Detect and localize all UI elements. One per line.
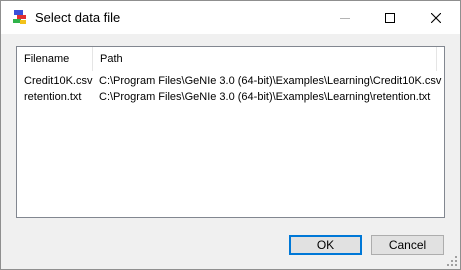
resize-grip-icon[interactable]	[447, 256, 458, 267]
genie-app-icon	[12, 9, 28, 25]
dialog-title: Select data file	[35, 10, 121, 25]
filename-cell: Credit10K.csv	[24, 75, 93, 87]
close-icon	[431, 12, 441, 23]
close-button[interactable]	[413, 1, 459, 34]
file-list[interactable]: Filename Path Credit10K.csv C:\Program F…	[16, 46, 445, 218]
maximize-icon	[385, 12, 395, 23]
column-header-filler	[437, 47, 444, 71]
list-rows: Credit10K.csv C:\Program Files\GeNIe 3.0…	[17, 73, 444, 105]
path-cell: C:\Program Files\GeNIe 3.0 (64-bit)\Exam…	[99, 91, 431, 103]
select-data-file-dialog: Select data file Filename Path Credit10K…	[0, 0, 461, 270]
title-bar[interactable]: Select data file	[1, 1, 460, 34]
column-header-path[interactable]: Path	[93, 47, 437, 71]
list-header: Filename Path	[17, 47, 444, 71]
list-item[interactable]: Credit10K.csv C:\Program Files\GeNIe 3.0…	[17, 73, 444, 89]
maximize-button[interactable]	[367, 1, 413, 34]
ok-button[interactable]: OK	[289, 235, 362, 255]
column-header-filename[interactable]: Filename	[17, 47, 93, 71]
path-cell: C:\Program Files\GeNIe 3.0 (64-bit)\Exam…	[99, 75, 442, 87]
minimize-icon	[340, 13, 350, 23]
minimize-button[interactable]	[322, 1, 368, 34]
filename-cell: retention.txt	[24, 91, 82, 103]
cancel-button[interactable]: Cancel	[371, 235, 444, 255]
list-item[interactable]: retention.txt C:\Program Files\GeNIe 3.0…	[17, 89, 444, 105]
